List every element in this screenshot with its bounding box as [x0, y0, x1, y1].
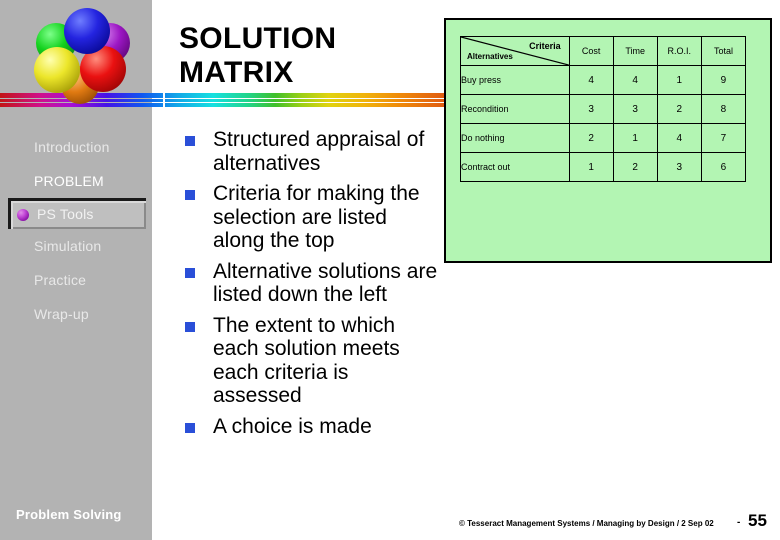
- yellow-sphere-icon: [34, 47, 80, 93]
- cell-value: 6: [700, 152, 747, 182]
- bullet-list: Structured appraisal of alternatives Cri…: [181, 128, 439, 445]
- cell-value: 8: [700, 94, 747, 124]
- cell-value: 3: [656, 152, 702, 182]
- list-item-text: Alternative solutions are listed down th…: [213, 259, 438, 307]
- footer-dash: -: [737, 517, 741, 528]
- list-item: Alternative solutions are listed down th…: [181, 260, 439, 307]
- list-item-text: Structured appraisal of alternatives: [213, 128, 425, 175]
- page-number: 55: [748, 511, 767, 530]
- square-bullet-icon: [185, 321, 195, 332]
- sidebar-footer-label: Problem Solving: [16, 507, 122, 522]
- row-label: Recondition: [460, 94, 570, 124]
- slide-title-line2: MATRIX: [179, 55, 294, 89]
- table-row: Recondition 3 3 2 8: [460, 94, 747, 124]
- square-bullet-icon: [185, 422, 195, 433]
- blue-sphere-icon: [64, 8, 110, 54]
- column-header-cost: Cost: [568, 36, 614, 66]
- matrix-corner-cell: Criteria Alternatives: [460, 36, 570, 66]
- cell-value: 1: [656, 65, 702, 95]
- sidebar-item-label: Introduction: [34, 139, 110, 155]
- table-header-row: Criteria Alternatives Cost Time R.O.I. T…: [460, 36, 747, 66]
- square-bullet-icon: [185, 136, 195, 146]
- cell-value: 3: [568, 94, 614, 124]
- criteria-axis-label: Criteria: [529, 41, 561, 51]
- cell-value: 1: [568, 152, 614, 182]
- table-row: Do nothing 2 1 4 7: [460, 123, 747, 153]
- copyright-footer: © Tesseract Management Systems / Managin…: [459, 519, 714, 528]
- sidebar-item-ps-tools[interactable]: PS Tools: [8, 198, 146, 229]
- cell-value: 4: [612, 65, 658, 95]
- table-row: Contract out 1 2 3 6: [460, 152, 747, 182]
- column-header-roi: R.O.I.: [656, 36, 702, 66]
- cell-value: 4: [568, 65, 614, 95]
- cell-value: 3: [612, 94, 658, 124]
- table-row: Buy press 4 4 1 9: [460, 65, 747, 95]
- purple-bullet-icon: [17, 209, 29, 221]
- row-label: Contract out: [460, 152, 570, 182]
- cell-value: 2: [568, 123, 614, 153]
- cell-value: 2: [656, 94, 702, 124]
- sidebar-item-simulation[interactable]: Simulation: [0, 229, 152, 263]
- list-item-text: A choice is made: [213, 414, 372, 438]
- sidebar-item-label: PROBLEM: [34, 173, 104, 189]
- slide-title-line1: SOLUTION: [179, 22, 337, 55]
- sidebar-item-label: Practice: [34, 272, 87, 288]
- cell-value: 4: [656, 123, 702, 153]
- list-item-text: The extent to which each solution meets …: [213, 313, 400, 408]
- column-header-total: Total: [700, 36, 747, 66]
- list-item: Criteria for making the selection are li…: [181, 182, 439, 253]
- sidebar-item-practice[interactable]: Practice: [0, 263, 152, 297]
- square-bullet-icon: [185, 267, 195, 278]
- alternatives-axis-label: Alternatives: [467, 52, 513, 61]
- sidebar-nav: Introduction PROBLEM PS Tools Simulation…: [0, 130, 152, 331]
- sidebar-item-problem[interactable]: PROBLEM: [0, 164, 152, 198]
- list-item: The extent to which each solution meets …: [181, 314, 439, 408]
- solution-matrix-table: Criteria Alternatives Cost Time R.O.I. T…: [460, 36, 747, 182]
- sidebar-item-label: Wrap-up: [34, 306, 89, 322]
- cell-value: 1: [612, 123, 658, 153]
- rainbow-tick-mark: [163, 93, 165, 107]
- list-item-text: Criteria for making the selection are li…: [213, 182, 420, 253]
- solution-matrix-panel: Criteria Alternatives Cost Time R.O.I. T…: [444, 18, 772, 263]
- sidebar-item-label: Simulation: [34, 238, 102, 254]
- row-label: Do nothing: [460, 123, 570, 153]
- rainbow-band-bottom: [0, 103, 444, 107]
- cell-value: 9: [700, 65, 747, 95]
- cell-value: 2: [612, 152, 658, 182]
- column-header-time: Time: [612, 36, 658, 66]
- list-item: A choice is made: [181, 415, 439, 439]
- cell-value: 7: [700, 123, 747, 153]
- list-item: Structured appraisal of alternatives: [181, 128, 439, 175]
- sidebar-item-label: PS Tools: [37, 206, 94, 222]
- sphere-cluster-logo: [28, 6, 140, 104]
- row-label: Buy press: [460, 65, 570, 95]
- sidebar-item-wrap-up[interactable]: Wrap-up: [0, 297, 152, 331]
- rainbow-band-middle: [0, 99, 444, 102]
- slide-title: SOLUTION MATRIX: [179, 22, 449, 89]
- square-bullet-icon: [185, 190, 195, 201]
- sidebar-item-introduction[interactable]: Introduction: [0, 130, 152, 164]
